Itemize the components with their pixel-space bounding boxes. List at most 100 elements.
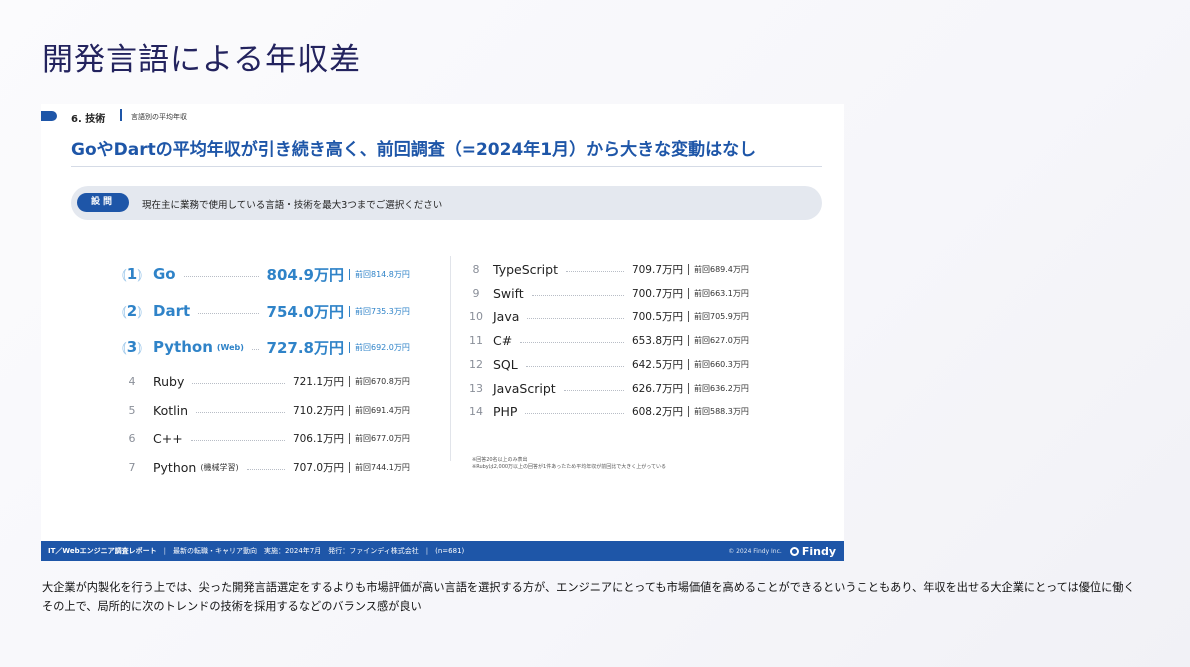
rank-badge: ⦅2⦆ (121, 302, 143, 320)
publisher: 発行：ファインディ株式会社 (328, 547, 419, 555)
language-name: PHP (493, 403, 518, 419)
ranking-row-top: ⦅3⦆ Python (Web) 727.8万円 前回692.0万円 (111, 336, 425, 358)
language-name: Ruby (153, 373, 185, 389)
previous-value: 前回692.0万円 (355, 342, 410, 352)
ranking-row-top: ⦅1⦆ Go 804.9万円 前回814.8万円 (111, 263, 425, 285)
column-divider (450, 256, 451, 461)
rank-number: 14 (469, 404, 483, 418)
salary-value: 626.7万円 (631, 382, 683, 395)
previous-value: 前回705.9万円 (694, 311, 749, 321)
salary-value: 727.8万円 (266, 338, 344, 357)
salary-value: 642.5万円 (631, 358, 683, 371)
section-divider (120, 109, 122, 121)
footnote: ※回答20名以上のみ表出 (472, 457, 528, 463)
previous-value: 前回691.4万円 (355, 405, 410, 415)
language-name: C# (493, 332, 513, 348)
leader-dots (190, 439, 285, 441)
leader-dots (192, 382, 285, 384)
page-title: 開発言語による年収差 (42, 42, 362, 78)
conducted-date: 実施：2024年7月 (263, 547, 322, 555)
findy-logo: Findy (789, 545, 836, 558)
leader-dots (527, 317, 624, 319)
ranking-row: 8 TypeScript 709.7万円 前回689.4万円 (459, 258, 764, 280)
previous-value: 前回677.0万円 (355, 433, 410, 443)
section-subtitle: 言語別の平均年収 (131, 113, 187, 121)
previous-value: 前回663.1万円 (694, 288, 749, 298)
body-text: 大企業が内製化を行う上では、尖った開発言語選定をするよりも市場評価が高い言語を選… (42, 578, 1152, 616)
leader-dots (198, 312, 259, 314)
slide-image: 6. 技術 言語別の平均年収 GoやDartの平均年収が引き続き高く、前回調査（… (41, 104, 844, 561)
ranking-row-top: ⦅2⦆ Dart 754.0万円 前回735.3万円 (111, 300, 425, 322)
salary-value: 700.7万円 (631, 287, 683, 300)
leader-dots (183, 275, 259, 277)
previous-value: 前回627.0万円 (694, 335, 749, 345)
previous-value: 前回735.3万円 (355, 306, 410, 316)
leader-dots (563, 389, 624, 391)
slide-footer: IT／Webエンジニア調査レポート | 最新の転職・キャリア動向 実施：2024… (41, 541, 844, 561)
language-name: Swift (493, 285, 524, 301)
salary-value: 804.9万円 (266, 265, 344, 284)
footnote: ※Rubyは2,000万以上の回答が1件あったため平均年収が前回比で大きく上がっ… (472, 464, 666, 470)
rank-badge: ⦅1⦆ (121, 265, 143, 283)
language-name: Go (153, 265, 176, 283)
body-paragraph: 大企業が内製化を行う上では、尖った開発言語選定をするよりも市場評価が高い言語を選… (42, 581, 1135, 594)
question-badge: 設問 (77, 193, 129, 212)
headline-rule (71, 166, 822, 167)
rank-number: 11 (469, 333, 483, 347)
previous-value: 前回689.4万円 (694, 264, 749, 274)
ranking-row: 14 PHP 608.2万円 前回588.3万円 (459, 400, 764, 422)
language-name: C++ (153, 430, 183, 446)
rank-number: 8 (472, 262, 480, 276)
language-name: Dart (153, 302, 191, 320)
previous-value: 前回814.8万円 (355, 269, 410, 279)
ranking-row: 11 C# 653.8万円 前回627.0万円 (459, 329, 764, 351)
salary-value: 608.2万円 (631, 405, 683, 418)
leader-dots (531, 294, 624, 296)
rank-number: 6 (128, 431, 136, 445)
salary-value: 710.2万円 (292, 404, 344, 417)
salary-value: 754.0万円 (266, 302, 344, 321)
salary-value: 721.1万円 (292, 375, 344, 388)
language-name: Python (153, 338, 213, 356)
rank-number: 13 (469, 381, 483, 395)
previous-value: 前回636.2万円 (694, 383, 749, 393)
language-note: (Web) (216, 342, 244, 352)
rank-badge: ⦅3⦆ (121, 338, 143, 356)
ranking-row: 6 C++ 706.1万円 前回677.0万円 (111, 427, 425, 449)
rank-number: 10 (469, 309, 483, 323)
rank-number: 7 (128, 460, 136, 474)
previous-value: 前回670.8万円 (355, 376, 410, 386)
language-name: SQL (493, 356, 518, 372)
previous-value: 前回660.3万円 (694, 359, 749, 369)
question-bar: 設問 現在主に業務で使用している言語・技術を最大3つまでご選択ください (71, 186, 822, 220)
language-name: Python (153, 459, 197, 475)
leader-dots (525, 365, 624, 367)
leader-dots (246, 468, 285, 470)
ranking-row: 9 Swift 700.7万円 前回663.1万円 (459, 282, 764, 304)
ranking-row: 7 Python (機械学習) 707.0万円 前回744.1万円 (111, 456, 425, 478)
language-name: Kotlin (153, 402, 188, 418)
previous-value: 前回744.1万円 (355, 462, 410, 472)
salary-value: 706.1万円 (292, 432, 344, 445)
ranking-row: 10 Java 700.5万円 前回705.9万円 (459, 305, 764, 327)
body-paragraph: その上で、局所的に次のトレンドの技術を採用するなどのバランス感が良い (42, 600, 422, 613)
previous-value: 前回588.3万円 (694, 406, 749, 416)
ranking-row: 4 Ruby 721.1万円 前回670.8万円 (111, 370, 425, 392)
rank-number: 4 (128, 374, 136, 388)
footnotes: ※回答20名以上のみ表出 ※Rubyは2,000万以上の回答が1件あったため平均… (472, 457, 666, 471)
salary-value: 700.5万円 (631, 310, 683, 323)
report-subtitle: 最新の転職・キャリア動向 (172, 547, 257, 555)
copyright: © 2024 Findy Inc. (728, 547, 782, 555)
salary-value: 709.7万円 (631, 263, 683, 276)
leader-dots (565, 270, 624, 272)
leader-dots (520, 341, 624, 343)
rank-number: 9 (472, 286, 480, 300)
slide-headline: GoやDartの平均年収が引き続き高く、前回調査（=2024年1月）から大きな変… (71, 140, 757, 160)
rank-number: 5 (128, 403, 136, 417)
language-name: Java (493, 308, 520, 324)
language-note: (機械学習) (200, 462, 239, 472)
section-label: 6. 技術 (71, 114, 106, 125)
leader-dots (525, 412, 624, 414)
rank-number: 12 (469, 357, 483, 371)
salary-value: 707.0万円 (292, 461, 344, 474)
